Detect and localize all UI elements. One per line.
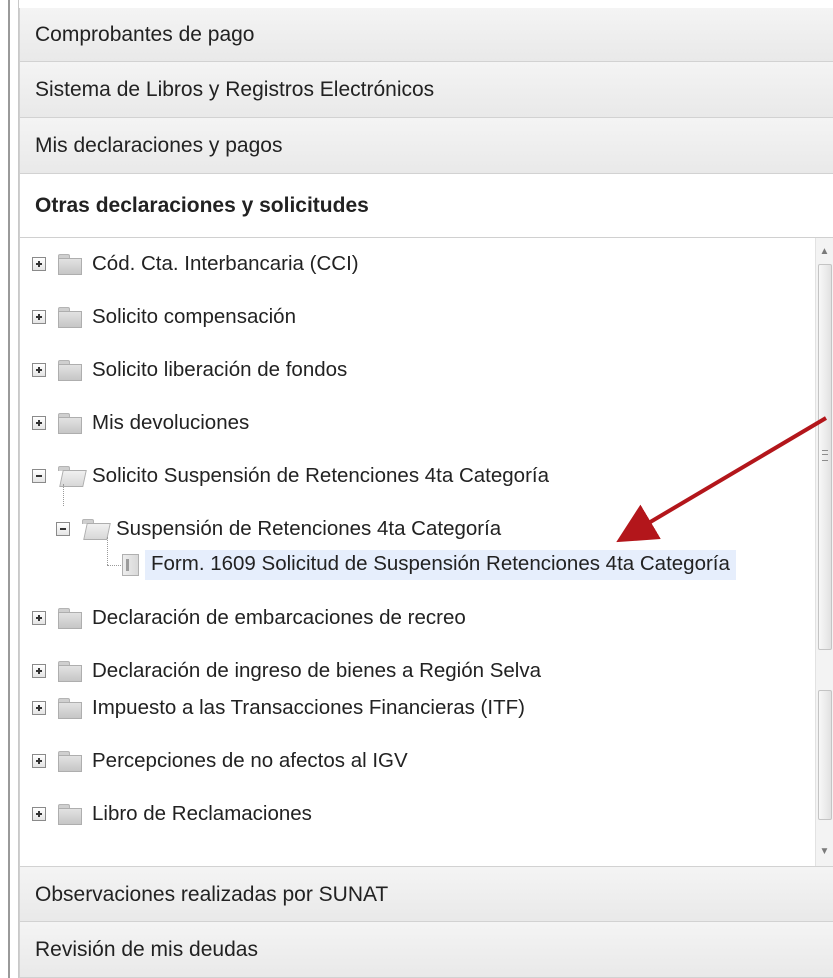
tree-item-label: Libro de Reclamaciones bbox=[92, 802, 312, 825]
folder-icon bbox=[58, 804, 82, 825]
tree-item-label: Solicito compensación bbox=[92, 305, 296, 328]
tree-view: Cód. Cta. Interbancaria (CCI) Solicito c… bbox=[20, 238, 833, 691]
folder-icon bbox=[58, 413, 82, 434]
section-observaciones-sunat[interactable]: Observaciones realizadas por SUNAT bbox=[20, 867, 833, 922]
collapse-icon[interactable] bbox=[32, 469, 46, 483]
folder-open-icon bbox=[82, 519, 106, 539]
expand-icon[interactable] bbox=[32, 701, 46, 715]
tree-view-continued: Impuesto a las Transacciones Financieras… bbox=[20, 690, 833, 867]
collapse-icon[interactable] bbox=[56, 522, 70, 536]
scroll-thumb[interactable] bbox=[818, 264, 832, 650]
tree-item-label: Declaración de embarcaciones de recreo bbox=[92, 606, 466, 629]
section-mis-declaraciones-pagos[interactable]: Mis declaraciones y pagos bbox=[20, 118, 833, 174]
tree-item-cci[interactable]: Cód. Cta. Interbancaria (CCI) bbox=[32, 244, 359, 284]
tree-item-solicito-compensacion[interactable]: Solicito compensación bbox=[32, 297, 296, 337]
tree-item-label: Solicito liberación de fondos bbox=[92, 358, 348, 381]
scroll-up-arrow-icon[interactable]: ▲ bbox=[816, 242, 833, 262]
folder-icon bbox=[58, 608, 82, 629]
scroll-thumb-lower[interactable] bbox=[818, 690, 832, 820]
expand-icon[interactable] bbox=[32, 664, 46, 678]
section-label: Comprobantes de pago bbox=[35, 23, 255, 46]
folder-open-icon bbox=[58, 466, 82, 486]
tree-item-itf[interactable]: Impuesto a las Transacciones Financieras… bbox=[32, 690, 525, 728]
section-label: Sistema de Libros y Registros Electrónic… bbox=[35, 78, 435, 101]
tree-item-percepciones[interactable]: Percepciones de no afectos al IGV bbox=[32, 741, 408, 781]
tree-item-label: Form. 1609 Solicitud de Suspensión Reten… bbox=[145, 550, 736, 580]
folder-icon bbox=[58, 698, 82, 719]
expand-icon[interactable] bbox=[32, 257, 46, 271]
menu-panel: Comprobantes de pago Sistema de Libros y… bbox=[19, 8, 833, 978]
folder-icon bbox=[58, 254, 82, 275]
tree-item-label: Solicito Suspensión de Retenciones 4ta C… bbox=[92, 464, 549, 487]
tree-item-form-1609[interactable]: Form. 1609 Solicitud de Suspensión Reten… bbox=[108, 545, 736, 585]
expand-icon[interactable] bbox=[32, 807, 46, 821]
tree-item-region-selva[interactable]: Declaración de ingreso de bienes a Regió… bbox=[32, 651, 542, 690]
document-icon bbox=[122, 554, 139, 576]
folder-icon bbox=[58, 751, 82, 772]
expand-icon[interactable] bbox=[32, 611, 46, 625]
section-label: Revisión de mis deudas bbox=[35, 938, 258, 961]
tree-item-label: Mis devoluciones bbox=[92, 411, 250, 434]
section-label: Mis declaraciones y pagos bbox=[35, 134, 283, 157]
folder-icon bbox=[58, 307, 82, 328]
tree-item-solicito-suspension[interactable]: Solicito Suspensión de Retenciones 4ta C… bbox=[32, 456, 549, 496]
window-frame-left bbox=[0, 0, 19, 978]
folder-icon bbox=[58, 360, 82, 381]
expand-icon[interactable] bbox=[32, 416, 46, 430]
grip-icon bbox=[822, 450, 828, 461]
expand-icon[interactable] bbox=[32, 363, 46, 377]
section-otras-declaraciones-solicitudes[interactable]: Otras declaraciones y solicitudes bbox=[20, 174, 833, 238]
section-revision-deudas[interactable]: Revisión de mis deudas bbox=[20, 922, 833, 978]
scroll-down-arrow-icon[interactable]: ▼ bbox=[816, 842, 833, 862]
section-label: Observaciones realizadas por SUNAT bbox=[35, 883, 389, 906]
expand-icon[interactable] bbox=[32, 754, 46, 768]
folder-icon bbox=[58, 661, 82, 682]
tree-connector bbox=[63, 484, 64, 506]
tree-item-mis-devoluciones[interactable]: Mis devoluciones bbox=[32, 403, 249, 443]
tree-item-label: Suspensión de Retenciones 4ta Categoría bbox=[116, 517, 502, 540]
expand-icon[interactable] bbox=[32, 310, 46, 324]
tree-item-label: Impuesto a las Transacciones Financieras… bbox=[92, 696, 525, 719]
vertical-scrollbar[interactable]: ▲ bbox=[815, 238, 833, 690]
tree-item-label: Declaración de ingreso de bienes a Regió… bbox=[92, 659, 542, 682]
tree-item-label: Percepciones de no afectos al IGV bbox=[92, 749, 408, 772]
tree-item-label: Cód. Cta. Interbancaria (CCI) bbox=[92, 252, 359, 275]
tree-item-suspension-retenciones[interactable]: Suspensión de Retenciones 4ta Categoría bbox=[56, 509, 501, 549]
section-comprobantes-de-pago[interactable]: Comprobantes de pago bbox=[20, 8, 833, 62]
vertical-scrollbar-lower[interactable]: ▼ bbox=[815, 690, 833, 866]
section-sistema-libros-registros[interactable]: Sistema de Libros y Registros Electrónic… bbox=[20, 62, 833, 118]
tree-item-solicito-liberacion[interactable]: Solicito liberación de fondos bbox=[32, 350, 347, 390]
tree-item-embarcaciones[interactable]: Declaración de embarcaciones de recreo bbox=[32, 598, 466, 638]
tree-item-libro-reclamaciones[interactable]: Libro de Reclamaciones bbox=[32, 794, 312, 834]
section-label: Otras declaraciones y solicitudes bbox=[35, 194, 369, 217]
